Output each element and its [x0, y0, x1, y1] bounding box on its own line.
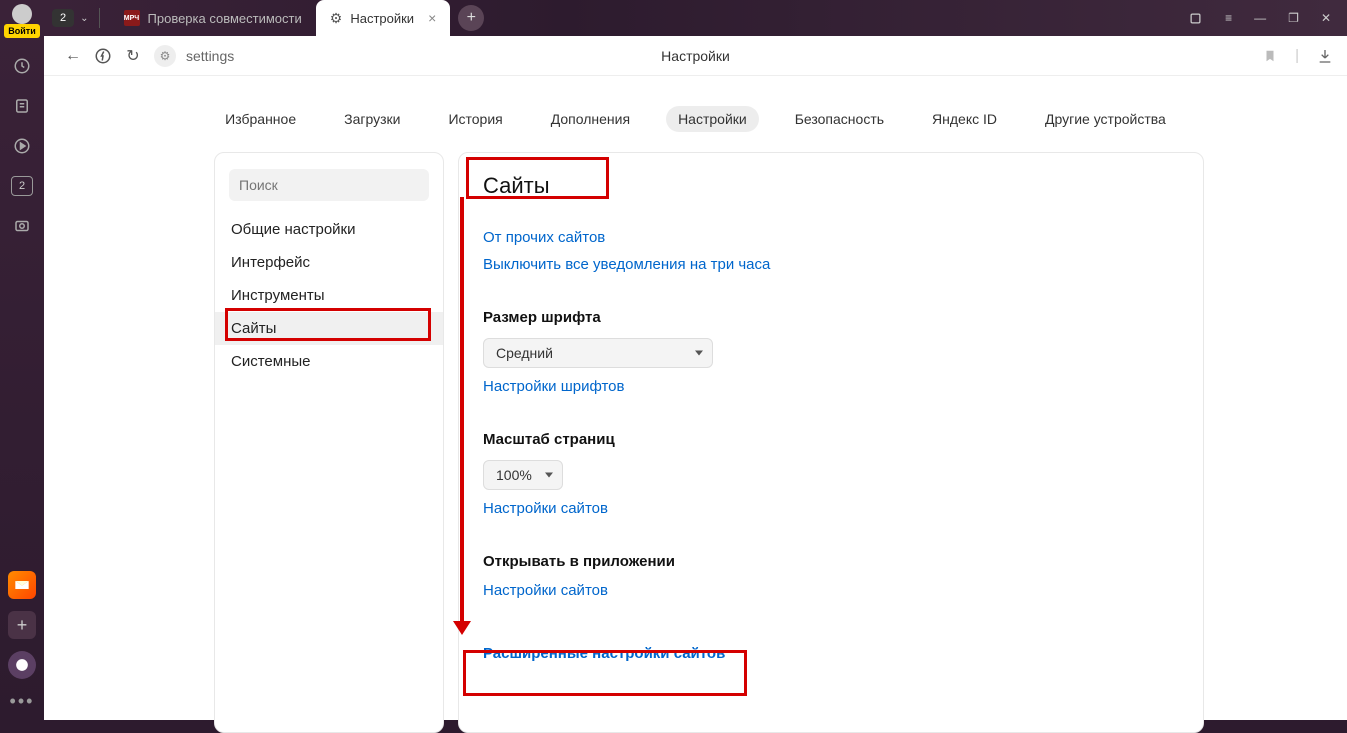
select-font-size[interactable]: Средний	[483, 338, 713, 368]
tab2-label: Настройки	[350, 11, 414, 26]
link-other-sites[interactable]: От прочих сайтов	[483, 229, 1179, 246]
sidebar-item-general[interactable]: Общие настройки	[215, 213, 443, 246]
extensions-icon[interactable]	[1188, 11, 1203, 26]
nav-history[interactable]: История	[436, 106, 514, 132]
menu-icon[interactable]: ≡	[1225, 11, 1232, 25]
tab-close-icon[interactable]: ×	[428, 10, 436, 26]
settings-sidebar: Общие настройки Интерфейс Инструменты Са…	[214, 152, 444, 733]
nav-favorites[interactable]: Избранное	[213, 106, 308, 132]
nav-other-devices[interactable]: Другие устройства	[1033, 106, 1178, 132]
window-controls: ≡ — ❐ ✕	[1188, 11, 1347, 26]
tab1-favicon-icon: МРЧ	[124, 10, 140, 26]
settings-top-nav: Избранное Загрузки История Дополнения На…	[44, 76, 1347, 152]
tab-bar: 2 ⌄ МРЧ Проверка совместимости ⚙ Настрой…	[44, 0, 1347, 36]
mail-icon[interactable]	[8, 571, 36, 599]
label-open-in-app: Открывать в приложении	[483, 553, 1179, 570]
add-panel-icon[interactable]: +	[8, 611, 36, 639]
site-identity-icon[interactable]: ⚙	[154, 45, 176, 67]
maximize-icon[interactable]: ❐	[1288, 11, 1299, 25]
back-icon[interactable]: ←	[58, 41, 88, 71]
avatar-icon[interactable]	[12, 4, 32, 24]
sidebar-item-system[interactable]: Системные	[215, 345, 443, 378]
sidebar-item-tools[interactable]: Инструменты	[215, 279, 443, 312]
minimize-icon[interactable]: —	[1254, 11, 1266, 25]
link-site-settings-app[interactable]: Настройки сайтов	[483, 582, 1179, 599]
sidebar-item-sites[interactable]: Сайты	[215, 312, 443, 345]
download-icon[interactable]	[1317, 48, 1333, 64]
browser-side-strip: Войти 2 + •••	[0, 0, 44, 720]
settings-search-input[interactable]	[229, 169, 429, 201]
nav-yandex-id[interactable]: Яндекс ID	[920, 106, 1009, 132]
sidebar-item-interface[interactable]: Интерфейс	[215, 246, 443, 279]
settings-main-panel: Сайты От прочих сайтов Выключить все уве…	[458, 152, 1204, 733]
bookmark-list-icon[interactable]	[10, 94, 34, 118]
label-font-size: Размер шрифта	[483, 309, 1179, 326]
login-badge[interactable]: Войти	[4, 24, 39, 38]
clock-icon[interactable]	[10, 54, 34, 78]
page-content: Избранное Загрузки История Дополнения На…	[44, 76, 1347, 720]
address-bar: ← ↻ ⚙ settings Настройки |	[44, 36, 1347, 76]
tab-inactive-1[interactable]: МРЧ Проверка совместимости	[110, 0, 316, 36]
link-advanced-site-settings[interactable]: Расширенные настройки сайтов	[483, 645, 1179, 662]
tab-active-settings[interactable]: ⚙ Настройки ×	[316, 0, 451, 36]
alice-icon[interactable]	[8, 651, 36, 679]
gear-icon: ⚙	[330, 10, 343, 27]
yandex-home-icon[interactable]	[88, 41, 118, 71]
link-site-settings-zoom[interactable]: Настройки сайтов	[483, 500, 1179, 517]
nav-settings[interactable]: Настройки	[666, 106, 759, 132]
screenshot-icon[interactable]	[10, 214, 34, 238]
play-icon[interactable]	[10, 134, 34, 158]
tab1-label: Проверка совместимости	[148, 11, 302, 26]
tab-divider	[99, 8, 100, 28]
close-window-icon[interactable]: ✕	[1321, 11, 1331, 25]
address-text[interactable]: settings	[186, 48, 234, 64]
tab-dropdown-caret[interactable]: ⌄	[80, 13, 88, 24]
nav-downloads[interactable]: Загрузки	[332, 106, 412, 132]
reload-icon[interactable]: ↻	[118, 41, 148, 71]
more-dots-icon[interactable]: •••	[10, 691, 35, 712]
nav-security[interactable]: Безопасность	[783, 106, 896, 132]
select-zoom[interactable]: 100%	[483, 460, 563, 490]
label-page-zoom: Масштаб страниц	[483, 431, 1179, 448]
link-font-settings[interactable]: Настройки шрифтов	[483, 378, 1179, 395]
tab-counter[interactable]: 2	[52, 9, 74, 27]
new-tab-button[interactable]: +	[458, 5, 484, 31]
nav-addons[interactable]: Дополнения	[539, 106, 642, 132]
bookmark-icon[interactable]	[1263, 48, 1277, 64]
section-heading-sites: Сайты	[483, 173, 550, 199]
link-disable-notifications[interactable]: Выключить все уведомления на три часа	[483, 256, 1179, 273]
page-title: Настройки	[661, 48, 730, 64]
tabs-count-icon[interactable]: 2	[10, 174, 34, 198]
